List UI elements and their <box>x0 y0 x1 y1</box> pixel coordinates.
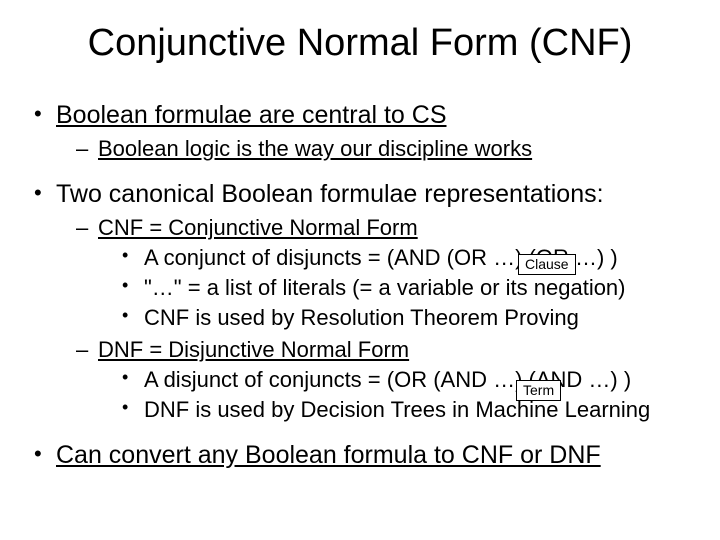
bullet-cnf-literals: "…" = a list of literals (= a variable o… <box>122 275 696 301</box>
bullet-text: DNF is used by Decision Trees in Machine… <box>144 397 650 422</box>
bullet-cnf: CNF = Conjunctive Normal Form A conjunct… <box>76 215 696 331</box>
callout-term: Term <box>516 380 561 401</box>
bullet-text: CNF is used by Resolution Theorem Provin… <box>144 305 579 330</box>
bullet-boolean-logic: Boolean logic is the way our discipline … <box>76 136 696 162</box>
bullet-dnf: DNF = Disjunctive Normal Form A disjunct… <box>76 337 696 423</box>
bullet-text: CNF = Conjunctive Normal Form <box>98 215 418 240</box>
bullet-text: Two canonical Boolean formulae represent… <box>56 180 604 208</box>
bullet-text: Boolean logic is the way our discipline … <box>98 136 532 161</box>
bullet-text: DNF = Disjunctive Normal Form <box>98 337 409 362</box>
bullet-cnf-use: CNF is used by Resolution Theorem Provin… <box>122 305 696 331</box>
bullet-dnf-use: DNF is used by Decision Trees in Machine… <box>122 397 696 423</box>
bullet-list-level3: A disjunct of conjuncts = (OR (AND …) (A… <box>98 367 696 423</box>
bullet-list-level3: A conjunct of disjuncts = (AND (OR …) (O… <box>98 245 696 331</box>
bullet-convert: Can convert any Boolean formula to CNF o… <box>28 441 696 470</box>
bullet-list-level2: Boolean logic is the way our discipline … <box>56 136 696 162</box>
bullet-dnf-def: A disjunct of conjuncts = (OR (AND …) (A… <box>122 367 696 393</box>
bullet-list-level1: Boolean formulae are central to CS Boole… <box>0 101 720 470</box>
slide-title: Conjunctive Normal Form (CNF) <box>0 0 720 83</box>
bullet-cnf-def: A conjunct of disjuncts = (AND (OR …) (O… <box>122 245 696 271</box>
bullet-text: Can convert any Boolean formula to CNF o… <box>56 441 601 469</box>
bullet-list-level2: CNF = Conjunctive Normal Form A conjunct… <box>56 215 696 423</box>
bullet-text: Boolean formulae are central to CS <box>56 101 447 129</box>
callout-clause: Clause <box>518 254 576 275</box>
bullet-text: "…" = a list of literals (= a variable o… <box>144 275 626 300</box>
bullet-boolean-central: Boolean formulae are central to CS Boole… <box>28 101 696 162</box>
bullet-two-canonical: Two canonical Boolean formulae represent… <box>28 180 696 423</box>
slide: Conjunctive Normal Form (CNF) Boolean fo… <box>0 0 720 540</box>
